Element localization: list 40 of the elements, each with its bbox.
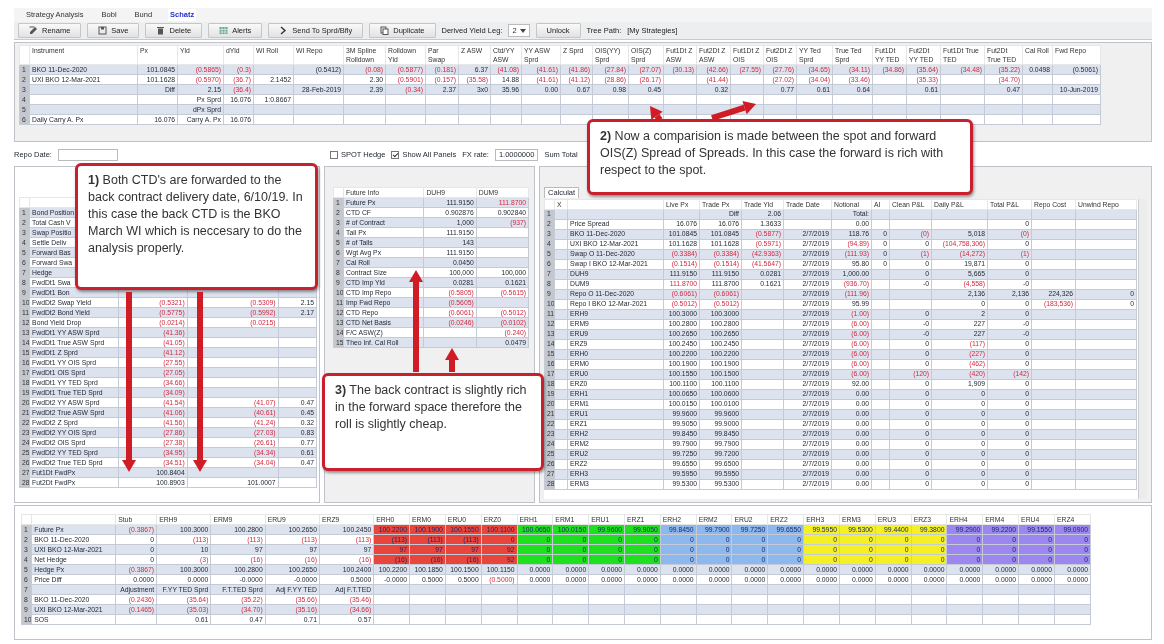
table-cell [554,399,568,409]
arrow [711,100,756,121]
table-cell [554,289,568,299]
scrollbar[interactable] [1138,198,1147,499]
table-cell [554,309,568,319]
table-cell [554,379,568,389]
pencil-icon [29,26,38,35]
table-cell [554,239,568,249]
table-cell [554,219,568,229]
arrow [650,106,663,122]
table-cell [554,349,568,359]
caret-icon [519,28,526,33]
table-cell [554,419,568,429]
table-cell [554,259,568,269]
table-cell [554,249,568,259]
table-cell [554,449,568,459]
table-cell [554,369,568,379]
table-cell [554,389,568,399]
table-cell [554,299,568,309]
table-cell [554,319,568,329]
table-cell [554,469,568,479]
arrow [445,348,459,372]
table-cell [554,429,568,439]
repo-date-field[interactable] [57,149,118,161]
table-cell [554,409,568,419]
table-cell [554,329,568,339]
copy-icon [380,26,390,35]
trash-icon [156,26,166,35]
table-cell [554,359,568,369]
table-cell [554,459,568,469]
chevron-icon [279,26,289,35]
callout-note: 3) The back contract is slightly rich in the forward space therefore the roll is slightly cheap. [322,373,544,471]
callout-note: 2) Now a comparision is made between the spot and forward OIS(Z) Spread of Spreads. In this case the forward is rich with respect to the spot. [587,119,973,195]
grid-icon [219,26,229,35]
table-cell [554,269,568,279]
table-cell [554,339,568,349]
table-cell [554,439,568,449]
table-cell [554,279,568,289]
table-cell [554,479,568,489]
table-cell [554,229,568,239]
